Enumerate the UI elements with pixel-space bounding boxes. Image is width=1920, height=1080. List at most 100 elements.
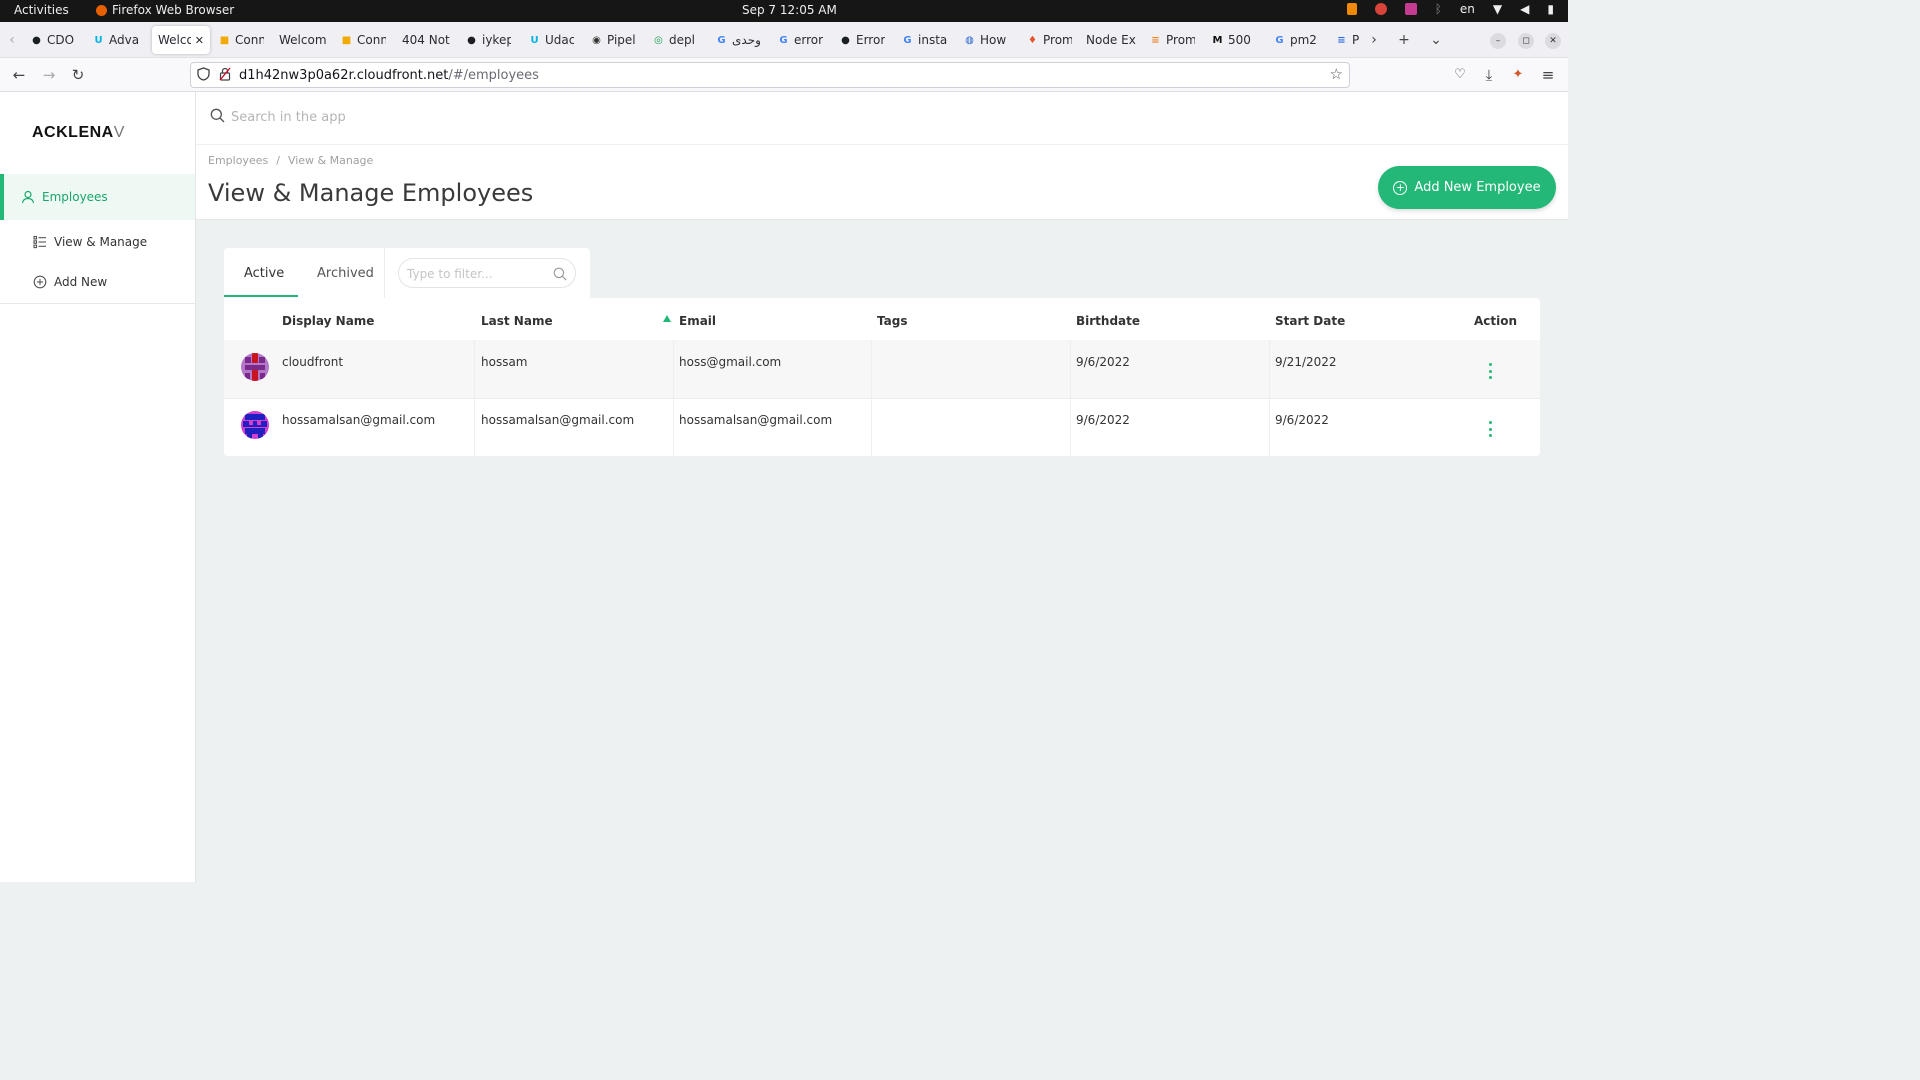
browser-tab[interactable]: ◍ How (963, 26, 1011, 54)
column-header-start-date[interactable]: Start Date (1275, 314, 1345, 328)
search-input[interactable]: Search in the app (231, 110, 346, 125)
page-title: View & Manage Employees (208, 179, 534, 207)
app-search[interactable]: Search in the app (210, 108, 346, 126)
pocket-icon[interactable]: ♡ (1449, 64, 1471, 86)
sort-ascending-icon[interactable] (663, 315, 671, 322)
browser-tab[interactable]: ● CDO (30, 26, 78, 54)
browser-tab[interactable]: M 500 (1211, 26, 1257, 54)
scroll-tabs-right-icon[interactable]: › (1364, 30, 1384, 50)
sidebar-item-employees[interactable]: Employees (0, 174, 195, 220)
sidebar-item-add-new[interactable]: Add New (0, 259, 195, 305)
new-tab-icon[interactable]: + (1394, 30, 1414, 50)
column-header-last-name[interactable]: Last Name (481, 314, 553, 328)
browser-tab[interactable]: Welcom (279, 26, 327, 54)
firefox-icon (96, 4, 107, 16)
column-header-display-name[interactable]: Display Name (282, 314, 374, 328)
column-header-tags[interactable]: Tags (877, 314, 907, 328)
table-row[interactable]: hossamalsan@gmail.com hossamalsan@gmail.… (224, 398, 1540, 456)
minimize-icon[interactable]: – (1490, 33, 1506, 49)
breadcrumb-employees[interactable]: Employees (208, 154, 268, 167)
browser-tab[interactable]: G وحدى (715, 26, 763, 54)
activities-button[interactable]: Activities (14, 3, 69, 17)
close-tab-icon[interactable]: ✕ (195, 34, 204, 47)
url-text[interactable]: d1h42nw3p0a62r.cloudfront.net/#/employee… (239, 68, 539, 83)
browser-tab-label: Prom (1166, 33, 1195, 47)
filter-search-icon[interactable] (553, 266, 567, 285)
extension-icon[interactable]: ✦ (1507, 64, 1529, 86)
sidebar-item-label: View & Manage (54, 235, 148, 249)
chrome-icon[interactable] (1374, 3, 1387, 15)
browser-tab[interactable]: Gpm2 (1273, 26, 1319, 54)
browser-tab[interactable]: ● iykep (465, 26, 511, 54)
wifi-icon[interactable]: ▼ (1493, 2, 1502, 16)
browser-tab-label: Welco (158, 33, 191, 47)
browser-tab[interactable]: Node Ex (1086, 26, 1136, 54)
github-icon: ● (32, 34, 41, 46)
browser-tab-label: error (794, 33, 823, 47)
browser-tab-label: Prom (1043, 33, 1072, 47)
close-window-icon[interactable]: ✕ (1545, 33, 1561, 49)
logo-text-tail: V (113, 124, 125, 141)
browser-tab[interactable]: U Adva (92, 26, 140, 54)
browser-tab[interactable]: Welco ✕ (152, 26, 210, 54)
browser-tab[interactable]: ◉ Pipel (590, 26, 636, 54)
tab-active[interactable]: Active (244, 266, 284, 281)
browser-tab-label: Node Ex (1086, 33, 1136, 47)
box-icon: ■ (341, 34, 352, 46)
bookmark-star-icon[interactable]: ☆ (1330, 65, 1343, 83)
table-row[interactable]: cloudfront hossam hoss@gmail.com 9/6/202… (224, 340, 1540, 398)
back-icon[interactable]: ← (8, 64, 30, 86)
volume-icon[interactable]: ◀ (1520, 2, 1529, 16)
browser-tab[interactable]: U Udac (528, 26, 574, 54)
row-actions-menu-icon[interactable] (1488, 421, 1492, 437)
forward-icon[interactable]: → (38, 64, 60, 86)
browser-tab[interactable]: Gerror (777, 26, 823, 54)
bluetooth-icon[interactable]: ᛒ (1435, 2, 1442, 16)
github-icon: ● (467, 34, 476, 46)
browser-tab[interactable]: ≡ P (1335, 26, 1361, 54)
app-name: Firefox Web Browser (112, 3, 235, 17)
downloads-icon[interactable]: ⤓ (1478, 64, 1500, 86)
google-icon: G (1275, 34, 1284, 46)
insecure-lock-icon[interactable] (219, 67, 231, 85)
column-divider (673, 340, 674, 398)
column-header-birthdate[interactable]: Birthdate (1076, 314, 1140, 328)
circleci-icon: ◉ (592, 34, 601, 46)
browser-tab[interactable]: ■ Conn (340, 26, 386, 54)
tracking-protection-icon[interactable] (197, 67, 210, 85)
app-menu[interactable]: Firefox Web Browser (96, 3, 234, 17)
battery-icon[interactable]: ▮ (1547, 2, 1554, 16)
row-actions-menu-icon[interactable] (1488, 363, 1492, 379)
browser-tab-label: pm2 (1290, 33, 1317, 47)
language-indicator[interactable]: en (1460, 2, 1475, 16)
clock[interactable]: Sep 7 12:05 AM (742, 3, 837, 17)
udacity-icon: U (530, 34, 539, 46)
reload-icon[interactable]: ↻ (67, 64, 89, 86)
lines-icon: ≡ (1337, 34, 1346, 46)
slack-icon[interactable] (1404, 3, 1417, 15)
active-tab-indicator (224, 295, 298, 297)
acklenav-logo[interactable]: ACKLENAV (32, 124, 125, 142)
vlc-icon[interactable] (1346, 3, 1357, 15)
browser-tab[interactable]: ♦ Prom (1026, 26, 1072, 54)
browser-tab[interactable]: ■ Conn (218, 26, 264, 54)
scroll-tabs-left-icon[interactable]: ‹ (2, 30, 22, 50)
tab-archived[interactable]: Archived (317, 266, 374, 281)
browser-tab[interactable]: 404 Not (402, 26, 452, 54)
browser-tab[interactable]: ● Error (839, 26, 885, 54)
github-icon: ● (841, 34, 850, 46)
browser-tab-label: depl (669, 33, 695, 47)
udacity-icon: U (94, 34, 103, 46)
browser-tab[interactable]: Ginsta (901, 26, 947, 54)
filter-input[interactable]: Type to filter... (398, 258, 576, 288)
google-icon: G (903, 34, 912, 46)
column-header-email[interactable]: Email (679, 314, 716, 328)
system-tray: ᛒ en ▼ ◀ ▮ (1346, 2, 1554, 16)
list-all-tabs-icon[interactable]: ⌄ (1426, 30, 1446, 50)
browser-tab[interactable]: ◎ depl (652, 26, 698, 54)
url-bar[interactable]: d1h42nw3p0a62r.cloudfront.net/#/employee… (190, 62, 1350, 88)
hamburger-menu-icon[interactable]: ≡ (1537, 64, 1559, 86)
browser-tab[interactable]: ≡ Prom (1149, 26, 1195, 54)
add-new-employee-button[interactable]: + Add New Employee (1378, 166, 1556, 209)
restore-icon[interactable]: ◻ (1518, 33, 1534, 49)
